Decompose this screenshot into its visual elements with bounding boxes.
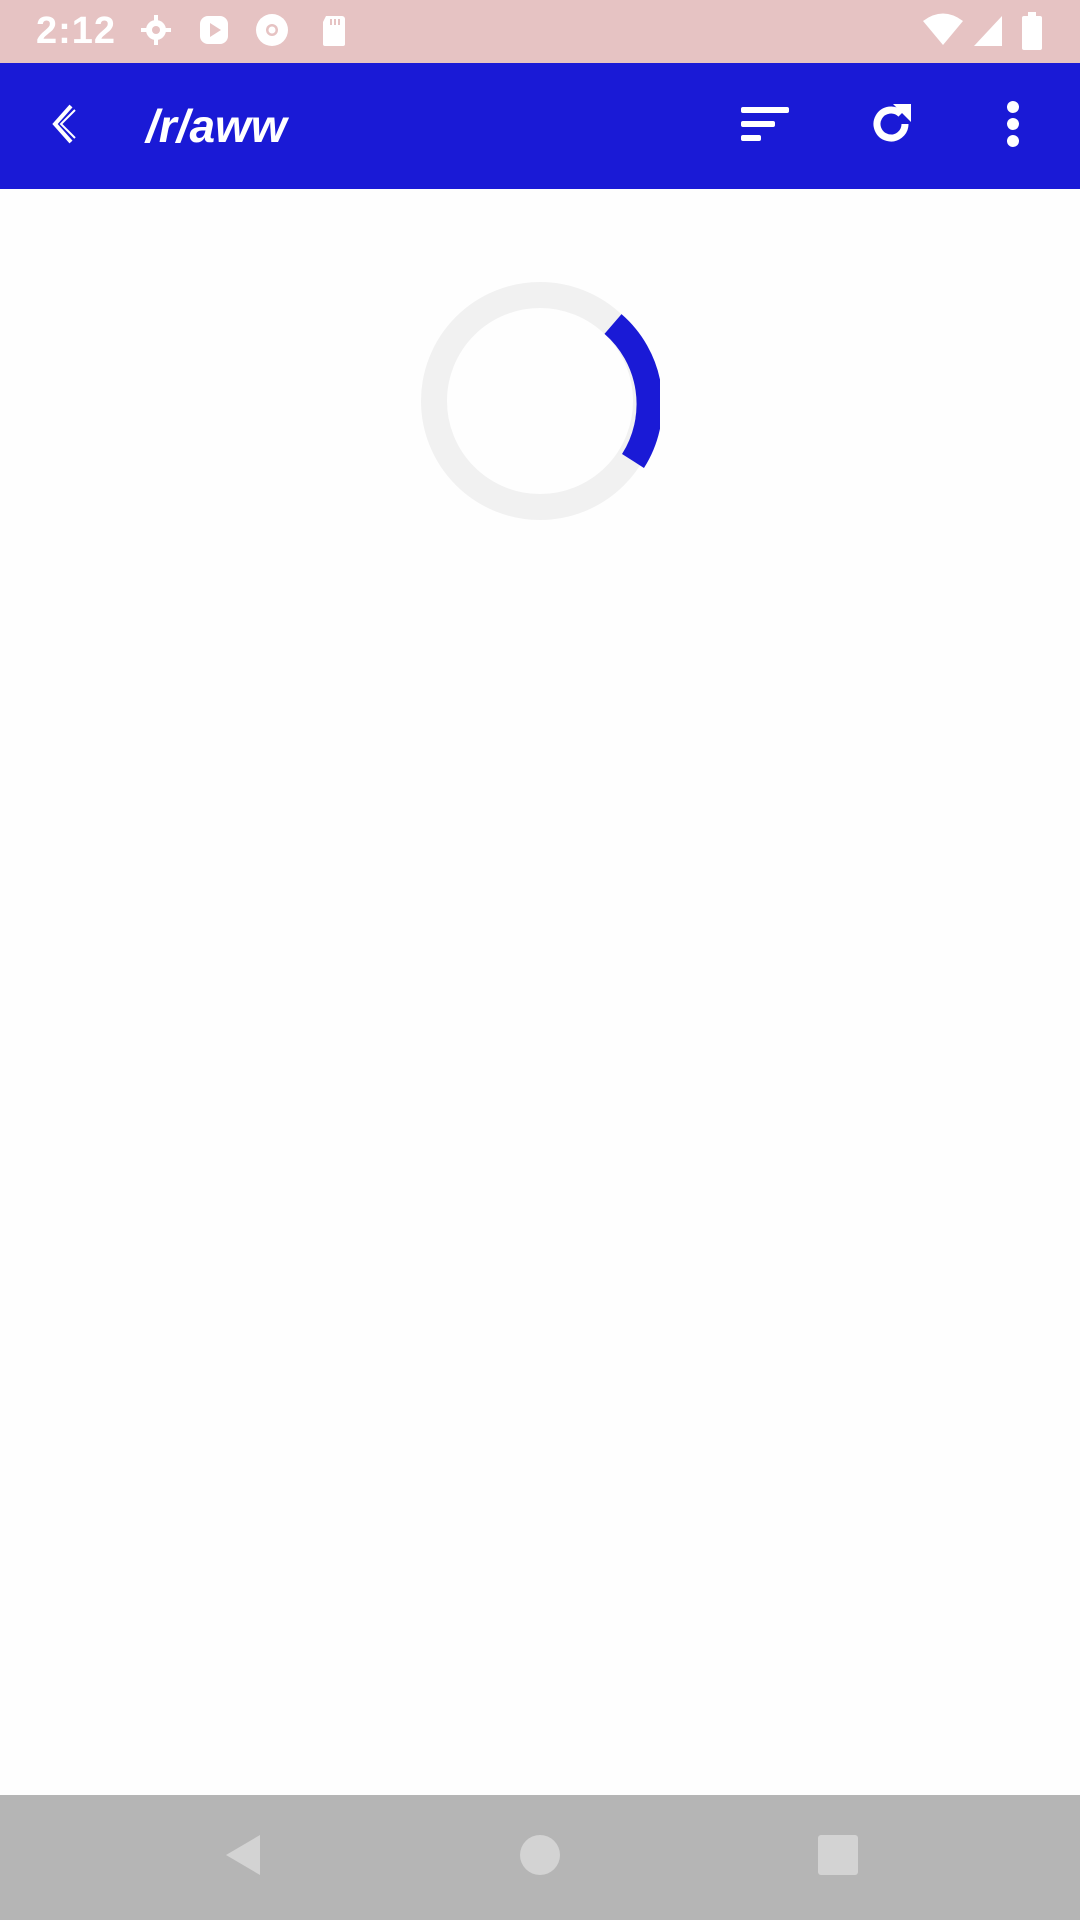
content-area xyxy=(0,189,1080,1795)
nav-back-icon xyxy=(220,1831,268,1884)
loading-spinner-icon xyxy=(420,281,663,521)
sort-button[interactable] xyxy=(710,63,820,189)
status-time: 2:12 xyxy=(36,10,117,52)
app-bar: /r/aww xyxy=(0,63,1080,189)
settings-icon xyxy=(138,12,174,48)
nav-home-icon xyxy=(518,1833,562,1882)
refresh-icon xyxy=(867,100,915,153)
battery-icon xyxy=(1020,12,1044,50)
more-options-button[interactable] xyxy=(958,63,1068,189)
nav-home-button[interactable] xyxy=(460,1795,620,1920)
nav-recents-icon xyxy=(816,1833,860,1882)
status-bar: 2:12 xyxy=(0,0,1080,63)
play-store-icon xyxy=(196,12,232,48)
navigation-bar xyxy=(0,1795,1080,1920)
more-vert-icon xyxy=(1003,100,1023,153)
chrome-icon xyxy=(254,12,290,48)
nav-recents-button[interactable] xyxy=(758,1795,918,1920)
back-arrow-icon xyxy=(41,100,89,153)
page-title: /r/aww xyxy=(146,100,287,152)
signal-icon xyxy=(970,12,1006,48)
screen: 2:12 /r/aww xyxy=(0,0,1080,1920)
nav-back-button[interactable] xyxy=(164,1795,324,1920)
sort-icon xyxy=(739,104,791,149)
refresh-button[interactable] xyxy=(836,63,946,189)
sd-card-icon xyxy=(316,12,352,48)
wifi-icon xyxy=(922,12,964,48)
back-button[interactable] xyxy=(10,63,120,189)
